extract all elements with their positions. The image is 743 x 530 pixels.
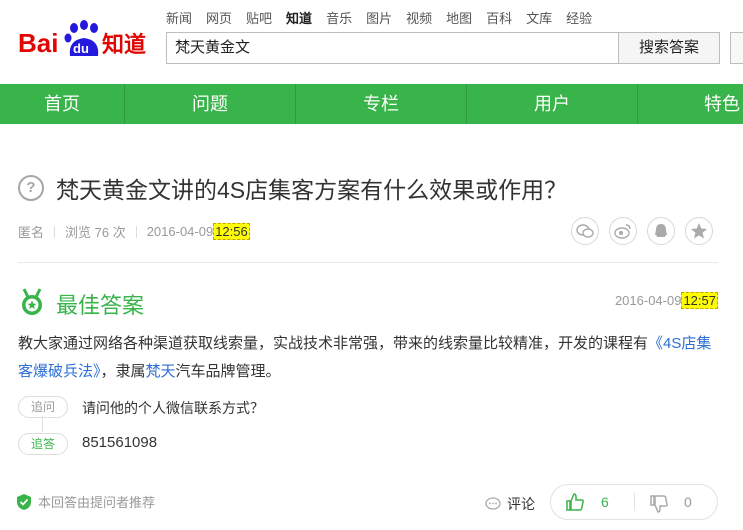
top-nav: 新闻 网页 贴吧 知道 音乐 图片 视频 地图 百科 文库 经验 [166, 8, 592, 27]
down-vote-count: 0 [684, 494, 692, 510]
svg-text:du: du [73, 41, 89, 56]
question-time: 12:56 [213, 223, 250, 240]
shield-check-icon [17, 493, 31, 510]
fantian-link[interactable]: 梵天 [146, 363, 176, 380]
nav-columns[interactable]: 专栏 [296, 84, 466, 124]
answer-date: 2016-04-09 [614, 293, 682, 308]
comment-label: 评论 [507, 496, 535, 512]
nav-featured[interactable]: 特色 [670, 84, 743, 124]
top-nav-map[interactable]: 地图 [446, 8, 472, 27]
top-nav-wenku[interactable]: 文库 [526, 8, 552, 27]
top-nav-video[interactable]: 视频 [406, 8, 432, 27]
top-nav-zhidao[interactable]: 知道 [286, 8, 312, 27]
nav-home[interactable]: 首页 [0, 84, 124, 124]
top-nav-web[interactable]: 网页 [206, 8, 232, 27]
recommended-note: 本回答由提问者推荐 [16, 492, 155, 511]
follow-up-tag: 追问 [18, 396, 68, 418]
nav-users[interactable]: 用户 [467, 84, 637, 124]
top-nav-news[interactable]: 新闻 [166, 8, 192, 27]
answer-text-1: 教大家通过网络各种渠道获取线索量，实战技术非常强，带来的线索量比较精准，开发的课… [18, 335, 649, 352]
main-nav-bar: 首页 问题 专栏 用户 特色 [0, 84, 743, 124]
ask-question-button[interactable] [730, 32, 743, 64]
vote-divider [634, 493, 635, 511]
svg-text:Bai: Bai [18, 28, 58, 58]
answer-text-3: 汽车品牌管理。 [175, 363, 281, 380]
answer-time: 12:57 [681, 292, 718, 309]
top-nav-music[interactable]: 音乐 [326, 8, 352, 27]
comment-button[interactable]: 评论 [485, 494, 535, 514]
top-nav-tieba[interactable]: 贴吧 [246, 8, 272, 27]
section-divider [18, 262, 718, 263]
follow-up-question: 请问他的个人微信联系方式？ [82, 400, 264, 416]
follow-up-reply: 851561098 [82, 434, 158, 451]
answer-text-2: ，隶属 [100, 363, 146, 380]
medal-icon [22, 288, 42, 315]
thumbs-down-icon[interactable] [649, 494, 669, 514]
answer-datetime: 2016-04-09 12:57 [614, 292, 718, 309]
answer-body: 教大家通过网络各种渠道获取线索量，实战技术非常强，带来的线索量比较精准，开发的课… [18, 330, 718, 386]
thread-connector [42, 416, 43, 432]
nav-divider [637, 84, 638, 124]
comment-icon [485, 497, 501, 510]
best-answer-heading: 最佳答案 [56, 293, 145, 318]
nav-questions[interactable]: 问题 [125, 84, 295, 124]
question-mark-icon: ? [18, 175, 44, 201]
question-meta: 匿名 浏览 76 次 2016-04-09 12:56 [18, 222, 250, 241]
vote-widget: 6 0 [550, 484, 718, 520]
search-input[interactable]: 梵天黄金文 [166, 32, 618, 64]
baidu-zhidao-logo[interactable]: Bai du 知道 [18, 16, 158, 64]
top-nav-images[interactable]: 图片 [366, 8, 392, 27]
share-qq-icon[interactable] [647, 217, 675, 245]
svg-text:知道: 知道 [102, 32, 146, 58]
thumbs-up-icon[interactable] [565, 492, 585, 512]
question-author[interactable]: 匿名 [18, 222, 44, 241]
favorite-star-icon[interactable] [685, 217, 713, 245]
top-nav-jingyan[interactable]: 经验 [566, 8, 592, 27]
question-title: 梵天黄金文讲的4S店集客方案有什么效果或作用？ [56, 177, 568, 203]
follow-up-reply-tag: 追答 [18, 433, 68, 455]
question-date: 2016-04-09 [146, 224, 214, 239]
share-weibo-icon[interactable] [609, 217, 637, 245]
top-nav-baike[interactable]: 百科 [486, 8, 512, 27]
recommended-text: 本回答由提问者推荐 [38, 495, 156, 510]
view-count: 浏览 76 次 [65, 225, 126, 240]
share-wechat-icon[interactable] [571, 217, 599, 245]
up-vote-count: 6 [601, 494, 609, 510]
search-answer-button[interactable]: 搜索答案 [618, 32, 720, 64]
